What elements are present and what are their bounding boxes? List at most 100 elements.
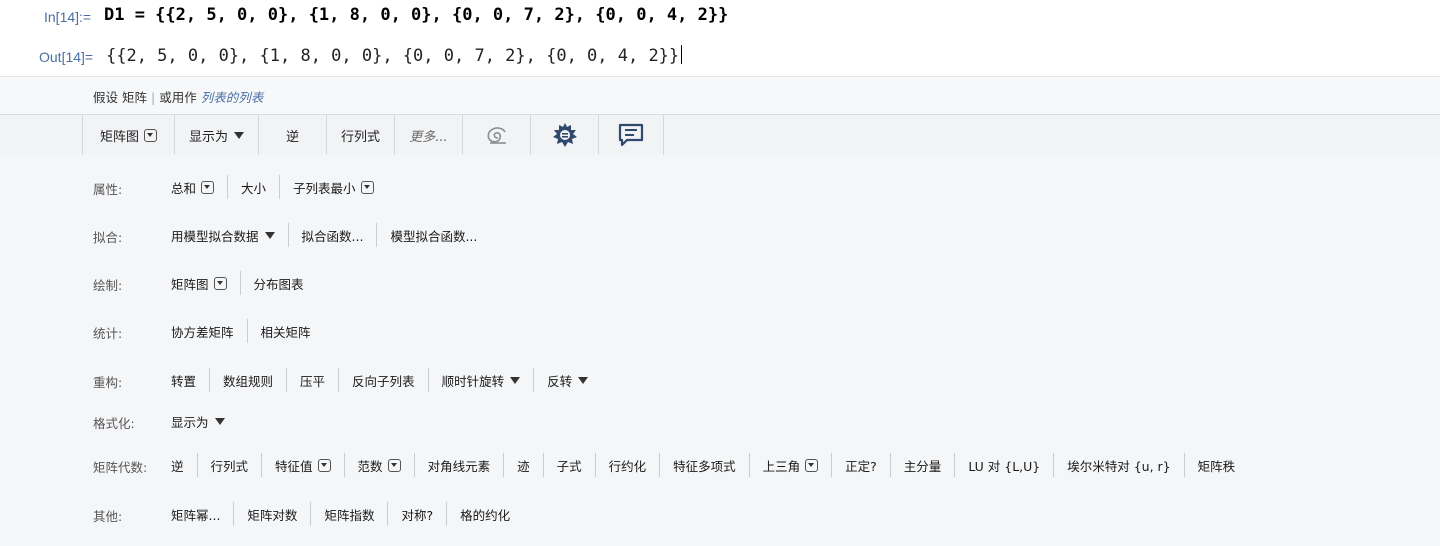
dropdown-icon[interactable] <box>805 458 819 472</box>
dropdown-icon[interactable] <box>213 276 227 290</box>
suggestion-matrix-exp[interactable]: 矩阵指数 <box>310 502 387 526</box>
suggestion-total[interactable]: 总和 <box>158 175 227 199</box>
suggestion-label: 矩阵指数 <box>324 507 375 523</box>
suggestion-model-fit[interactable]: 模型拟合函数... <box>376 223 490 247</box>
spiral-button[interactable] <box>462 115 530 155</box>
suggestion-label: 拟合函数... <box>301 228 364 244</box>
suggestion-label: 显示为 <box>171 414 209 430</box>
triangle-down-icon <box>264 231 275 239</box>
suggestion-fit-function[interactable]: 拟合函数... <box>287 223 377 247</box>
chat-bubble-icon <box>618 123 644 147</box>
text-cursor <box>681 45 683 64</box>
suggestion-label: 大小 <box>241 180 267 196</box>
suggestion-matrix-power[interactable]: 矩阵幂... <box>158 502 233 526</box>
suggestion-matrix-log[interactable]: 矩阵对数 <box>233 502 310 526</box>
output-cell-label: Out[14]= <box>39 49 94 65</box>
suggestion-diagonal[interactable]: 对角线元素 <box>413 453 504 477</box>
suggestion-label: 顺时针旋转 <box>441 373 505 389</box>
row-plot: 绘制: 矩阵图 分布图表 <box>0 271 1440 295</box>
suggestion-label: 格的约化 <box>460 507 511 523</box>
suggestion-label: 反向子列表 <box>352 373 415 389</box>
triangle-down-icon <box>234 131 244 139</box>
spiral-icon <box>487 127 506 144</box>
suggestion-minors[interactable]: 子式 <box>542 453 595 477</box>
determinant-label: 行列式 <box>340 129 380 145</box>
suggestion-reverse-sublists[interactable]: 反向子列表 <box>338 368 428 392</box>
suggestion-label: 矩阵对数 <box>247 507 298 523</box>
suggestion-label: 压平 <box>300 373 326 389</box>
suggestion-determinant[interactable]: 行列式 <box>196 453 262 477</box>
triangle-down-icon <box>214 417 225 425</box>
suggestion-fit-data[interactable]: 用模型拟合数据 <box>158 223 288 247</box>
dropdown-icon[interactable] <box>387 458 401 472</box>
suggestion-rotate-clockwise[interactable]: 顺时针旋转 <box>427 368 534 392</box>
row-label: 重构: <box>93 375 123 390</box>
matrix-plot-label: 矩阵图 <box>99 129 139 145</box>
assumption-alternative-link[interactable]: 列表的列表 <box>201 90 264 105</box>
suggestion-label: 行约化 <box>608 458 647 474</box>
suggestion-label: 子列表最小 <box>293 180 356 196</box>
suggestion-trace[interactable]: 迹 <box>503 453 543 477</box>
suggestion-lattice-reduce[interactable]: 格的约化 <box>446 502 523 526</box>
suggestion-label: 主分量 <box>903 458 942 474</box>
suggestion-label: 范数 <box>357 458 383 474</box>
suggestion-display-as[interactable]: 显示为 <box>158 409 238 433</box>
suggestion-array-rules[interactable]: 数组规则 <box>209 368 286 392</box>
suggestion-covariance[interactable]: 协方差矩阵 <box>158 319 247 343</box>
assumption-text: 假设 矩阵 | 或用作 列表的列表 <box>93 87 263 106</box>
dropdown-icon[interactable] <box>317 458 331 472</box>
feedback-button[interactable] <box>598 115 664 155</box>
row-label: 格式化: <box>93 416 135 431</box>
suggestion-matrix-plot[interactable]: 矩阵图 <box>158 271 240 295</box>
suggestion-matrix-rank[interactable]: 矩阵秩 <box>1183 453 1249 477</box>
suggestion-flatten[interactable]: 压平 <box>286 368 338 392</box>
row-label: 统计: <box>93 326 123 341</box>
dropdown-icon[interactable] <box>144 128 157 142</box>
triangle-down-icon <box>510 376 521 384</box>
dropdown-icon[interactable] <box>360 180 374 194</box>
row-fit: 拟合: 用模型拟合数据 拟合函数... 模型拟合函数... <box>0 223 1440 247</box>
suggestion-row-reduce[interactable]: 行约化 <box>594 453 660 477</box>
suggestion-norm[interactable]: 范数 <box>343 453 414 477</box>
suggestion-characteristic-polynomial[interactable]: 特征多项式 <box>659 453 749 477</box>
suggestion-label: 对称? <box>401 507 434 523</box>
suggestion-label: 子式 <box>556 458 582 474</box>
display-as-button[interactable]: 显示为 <box>174 115 258 155</box>
gear-icon <box>552 123 577 147</box>
suggestion-inverse[interactable]: 逆 <box>158 453 197 477</box>
determinant-button[interactable]: 行列式 <box>326 115 394 155</box>
suggestion-lu-decomposition[interactable]: LU 对 {L,U} <box>954 453 1053 477</box>
suggestion-hermite-decomposition[interactable]: 埃尔米特对 {u, r} <box>1053 453 1183 477</box>
output-cell-text: {{2, 5, 0, 0}, {1, 8, 0, 0}, {0, 0, 7, 2… <box>106 46 680 66</box>
suggestion-principal-components[interactable]: 主分量 <box>889 453 955 477</box>
row-label: 矩阵代数: <box>93 460 148 475</box>
suggestion-label: 对角线元素 <box>427 458 491 474</box>
suggestion-transpose[interactable]: 转置 <box>158 368 209 392</box>
suggestions-panel: 属性: 总和 大小 子列表最小 拟合: 用模型拟合数据 拟合函数... 模型拟合… <box>0 155 1440 546</box>
matrix-plot-button[interactable]: 矩阵图 <box>82 115 174 155</box>
assumption-bar: 假设 矩阵 | 或用作 列表的列表 <box>0 76 1440 115</box>
suggestion-label: 迹 <box>517 458 530 474</box>
suggestion-positive-definite[interactable]: 正定? <box>831 453 890 477</box>
more-button[interactable]: 更多... <box>394 115 462 155</box>
suggestion-sublist-min[interactable]: 子列表最小 <box>279 175 387 199</box>
suggestion-label: 反转 <box>547 373 573 389</box>
suggestion-correlation[interactable]: 相关矩阵 <box>246 319 324 343</box>
inverse-button[interactable]: 逆 <box>258 115 326 155</box>
suggestion-eigenvalues[interactable]: 特征值 <box>261 453 344 477</box>
suggestion-label: 协方差矩阵 <box>171 324 234 340</box>
suggestion-label: 分布图表 <box>253 276 304 292</box>
output-cell-code[interactable]: {{2, 5, 0, 0}, {1, 8, 0, 0}, {0, 0, 7, 2… <box>106 45 683 66</box>
suggestion-distribution-chart[interactable]: 分布图表 <box>239 271 317 295</box>
suggestion-upper-triangle[interactable]: 上三角 <box>748 453 832 477</box>
settings-button[interactable] <box>530 115 598 155</box>
suggestion-reverse[interactable]: 反转 <box>533 368 601 392</box>
suggestion-label: 正定? <box>845 458 877 474</box>
dropdown-icon[interactable] <box>201 180 215 194</box>
suggestion-symmetric[interactable]: 对称? <box>387 502 446 526</box>
input-cell-code[interactable]: D1 = {{2, 5, 0, 0}, {1, 8, 0, 0}, {0, 0,… <box>104 5 728 25</box>
suggestion-size[interactable]: 大小 <box>227 175 279 199</box>
display-as-label: 显示为 <box>188 129 228 145</box>
suggestion-label: 总和 <box>171 180 197 196</box>
row-matrix-algebra: 矩阵代数: 逆 行列式 特征值 范数 对角线元素 迹 子式 行约化 特征多项式 … <box>0 453 1440 477</box>
